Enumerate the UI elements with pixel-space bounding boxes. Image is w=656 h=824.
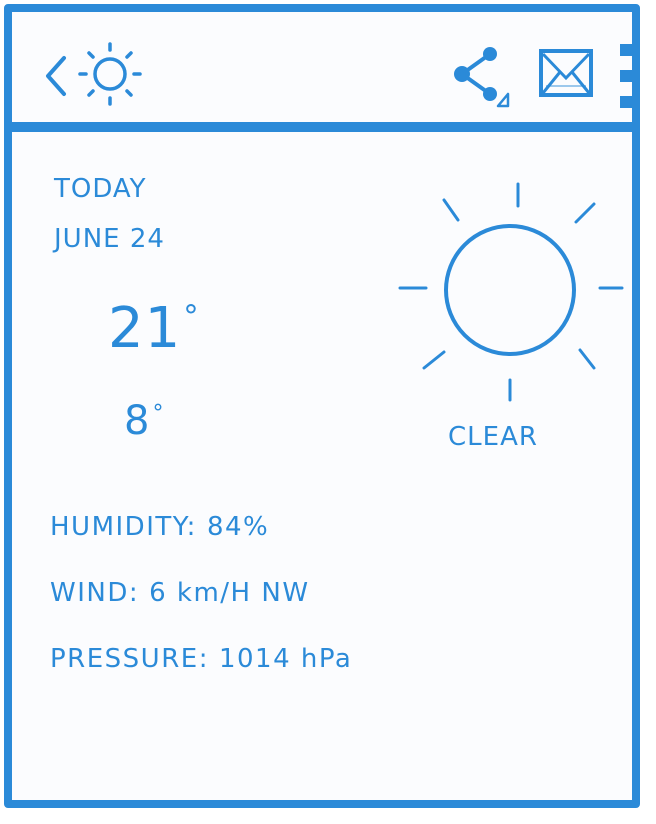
- wind-row: WIND: 6 km/H NW: [50, 578, 310, 608]
- mail-icon[interactable]: [538, 48, 594, 98]
- condition-label: CLEAR: [448, 422, 538, 452]
- weather-condition-sun-icon: [398, 182, 624, 402]
- high-temperature-value: 21: [108, 296, 182, 361]
- pressure-label: PRESSURE:: [50, 644, 209, 674]
- humidity-row: HUMIDITY: 84%: [50, 512, 269, 542]
- sun-icon: [78, 42, 142, 106]
- low-temperature-value: 8: [124, 398, 151, 444]
- back-arrow-icon[interactable]: [42, 52, 74, 100]
- humidity-label: HUMIDITY:: [50, 512, 197, 542]
- humidity-value: 84%: [206, 512, 270, 542]
- day-label: TODAY: [54, 174, 147, 204]
- pressure-value: 1014 hPa: [218, 644, 353, 674]
- date-label: JUNE 24: [54, 224, 165, 254]
- degree-symbol: °: [183, 299, 200, 336]
- degree-symbol: °: [152, 400, 165, 426]
- wind-value: 6 km/H NW: [149, 578, 310, 608]
- high-temperature: 21°: [108, 296, 200, 361]
- share-icon[interactable]: [448, 44, 516, 108]
- more-vert-icon[interactable]: [618, 42, 636, 112]
- pressure-row: PRESSURE: 1014 hPa: [50, 644, 352, 674]
- wind-label: WIND:: [50, 578, 140, 608]
- top-toolbar: [12, 12, 634, 132]
- app-window: TODAY JUNE 24 21° 8° CLEAR HUMIDITY: 84% …: [4, 4, 640, 808]
- low-temperature: 8°: [124, 398, 164, 444]
